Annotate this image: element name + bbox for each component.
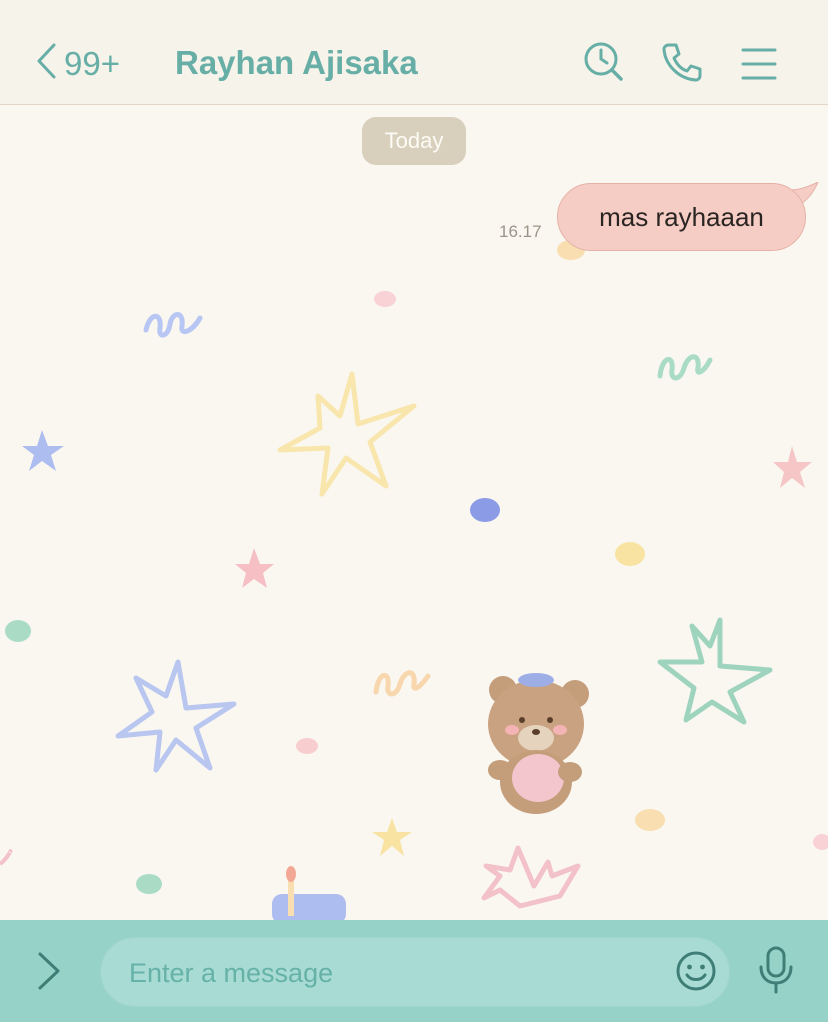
- search-clock-icon[interactable]: [582, 40, 626, 84]
- phone-icon[interactable]: [660, 40, 704, 84]
- chat-header: 99+ Rayhan Ajisaka: [0, 0, 828, 105]
- menu-icon[interactable]: [738, 40, 782, 84]
- chevron-right-icon[interactable]: [34, 950, 64, 997]
- chevron-left-icon: [34, 42, 58, 85]
- back-button[interactable]: 99+: [34, 42, 120, 85]
- message-text: mas rayhaaan: [599, 201, 764, 232]
- message-input-container[interactable]: [100, 937, 730, 1007]
- outgoing-message-bubble[interactable]: mas rayhaaan: [557, 183, 806, 251]
- contact-name[interactable]: Rayhan Ajisaka: [175, 44, 418, 82]
- unread-count: 99+: [64, 44, 120, 82]
- smiley-icon[interactable]: [674, 949, 718, 998]
- message-timestamp: 16.17: [499, 222, 542, 241]
- message-input[interactable]: [129, 952, 669, 994]
- microphone-icon[interactable]: [754, 945, 798, 1000]
- chat-area[interactable]: Today 16.17 mas rayhaaan: [0, 106, 828, 920]
- date-separator: Today: [362, 117, 466, 165]
